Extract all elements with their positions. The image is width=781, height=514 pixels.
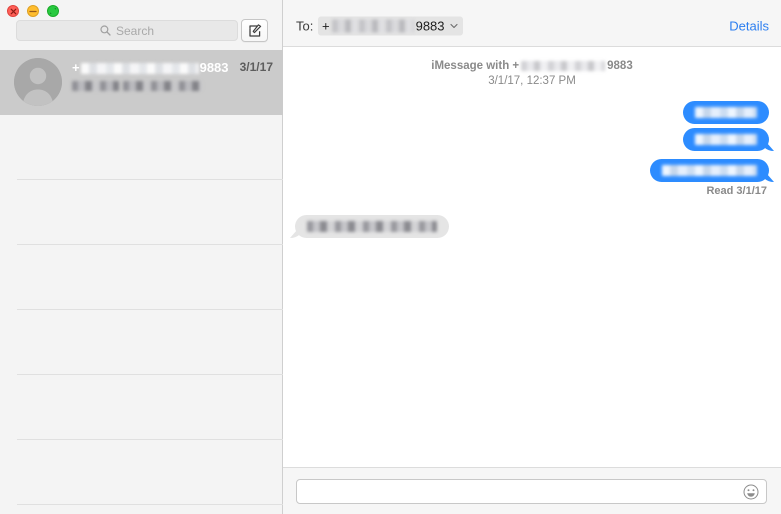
conversation-list[interactable]: +9883 3/1/17 bbox=[0, 50, 283, 514]
compose-bar bbox=[283, 467, 781, 514]
to-label: To: bbox=[296, 18, 314, 34]
person-avatar-icon bbox=[14, 58, 62, 106]
redacted-preview-b bbox=[123, 80, 202, 91]
redacted-message-text bbox=[695, 134, 757, 145]
thread-service-line: iMessage with + 9883 bbox=[283, 59, 781, 73]
conversation-list-item[interactable] bbox=[0, 310, 283, 375]
recipient-suffix: 9883 bbox=[415, 18, 445, 34]
redacted-message-text bbox=[662, 165, 757, 176]
conversation-pane: To: +9883 Details iMessage with + 9883 3/… bbox=[283, 0, 781, 514]
message-row-outgoing bbox=[283, 101, 781, 124]
message-row-outgoing bbox=[283, 159, 781, 182]
sidebar-toolbar: Search bbox=[0, 19, 283, 48]
read-receipt: Read 3/1/17 bbox=[706, 185, 767, 197]
conversation-preview bbox=[72, 79, 275, 92]
chevron-down-icon[interactable] bbox=[449, 23, 458, 29]
service-suffix: 9883 bbox=[607, 60, 633, 72]
conversation-list-item[interactable] bbox=[0, 375, 283, 440]
message-bubble-outgoing[interactable] bbox=[683, 128, 769, 151]
window-controls bbox=[7, 5, 59, 17]
minimize-button[interactable] bbox=[27, 5, 39, 17]
conversation-list-item[interactable] bbox=[0, 245, 283, 310]
message-thread[interactable]: iMessage with + 9883 3/1/17, 12:37 PM Rea… bbox=[283, 47, 781, 467]
recipient-token[interactable]: +9883 bbox=[318, 16, 463, 36]
conversation-header: To: +9883 Details bbox=[283, 0, 781, 47]
redacted-phone-digits bbox=[80, 63, 199, 75]
search-icon bbox=[100, 25, 111, 36]
messages-window: Search + 9883 3/1/17 To: + 9883 Details … bbox=[0, 0, 781, 514]
minus-icon bbox=[29, 10, 37, 12]
conversation-list-item[interactable] bbox=[0, 505, 283, 514]
name-suffix: 9883 bbox=[199, 60, 229, 75]
details-button[interactable]: Details bbox=[729, 19, 769, 34]
redacted-recipient-digits bbox=[331, 19, 414, 33]
conversations-sidebar: Search + 9883 3/1/17 bbox=[0, 0, 283, 514]
redacted-preview-a bbox=[72, 80, 119, 91]
name-prefix: + bbox=[72, 60, 80, 75]
search-input[interactable]: Search bbox=[16, 20, 238, 41]
redacted-message-text bbox=[695, 107, 757, 118]
smiley-icon[interactable] bbox=[743, 484, 759, 500]
maximize-button[interactable] bbox=[47, 5, 59, 17]
message-row-incoming bbox=[283, 215, 781, 238]
maximize-arrows-icon bbox=[50, 8, 56, 14]
conversation-list-item[interactable] bbox=[0, 115, 283, 180]
compose-icon bbox=[248, 23, 261, 37]
conversation-list-item[interactable] bbox=[0, 180, 283, 245]
message-bubble-outgoing[interactable] bbox=[683, 101, 769, 124]
message-bubble-outgoing[interactable] bbox=[650, 159, 769, 182]
close-icon bbox=[10, 8, 16, 14]
message-input[interactable] bbox=[296, 479, 767, 504]
search-placeholder: Search bbox=[115, 23, 155, 38]
thread-metadata: iMessage with + 9883 3/1/17, 12:37 PM bbox=[283, 47, 781, 88]
message-row-outgoing bbox=[283, 128, 781, 151]
redacted-thread-digits bbox=[521, 60, 606, 71]
recipient-prefix: + bbox=[322, 18, 330, 34]
conversation-date: 3/1/17 bbox=[239, 60, 273, 74]
message-bubble-incoming[interactable] bbox=[295, 215, 449, 238]
conversation-list-item[interactable] bbox=[0, 440, 283, 505]
compose-new-message-button[interactable] bbox=[241, 19, 268, 42]
thread-timestamp: 3/1/17, 12:37 PM bbox=[488, 75, 576, 87]
redacted-message-text bbox=[307, 221, 437, 232]
avatar-silhouette-icon bbox=[14, 58, 62, 106]
window-titlebar: Search bbox=[0, 0, 282, 50]
close-button[interactable] bbox=[7, 5, 19, 17]
service-prefix: iMessage with + bbox=[431, 60, 520, 72]
conversation-list-item-selected[interactable]: +9883 3/1/17 bbox=[0, 50, 283, 115]
